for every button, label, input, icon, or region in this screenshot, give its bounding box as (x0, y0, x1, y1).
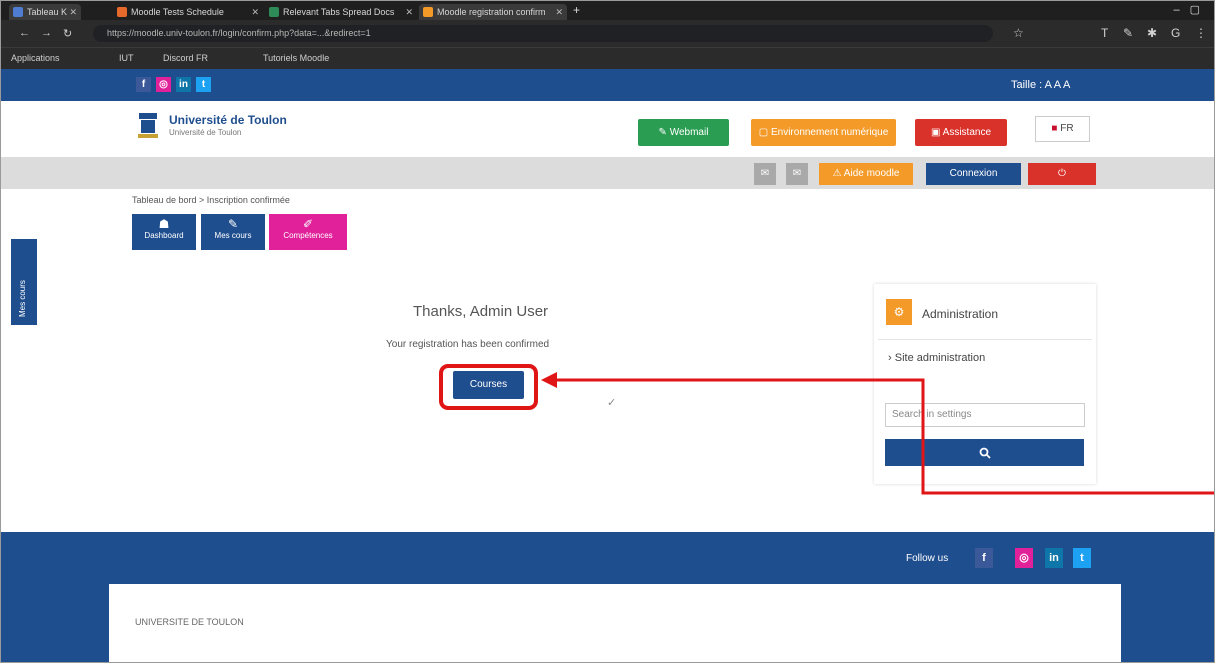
facebook-icon[interactable]: f (975, 548, 993, 568)
footer-copyright: UNIVERSITE DE TOULON (135, 617, 244, 627)
footer-content-box (109, 584, 1121, 662)
screenshot-frame: Tableau K ✕ Moodle Tests Schedule ✕ Rele… (0, 0, 1215, 663)
instagram-icon[interactable]: ◎ (1015, 548, 1033, 568)
twitter-icon[interactable]: t (1073, 548, 1091, 568)
follow-us-label: Follow us (906, 553, 949, 564)
linkedin-icon[interactable]: in (1045, 548, 1063, 568)
